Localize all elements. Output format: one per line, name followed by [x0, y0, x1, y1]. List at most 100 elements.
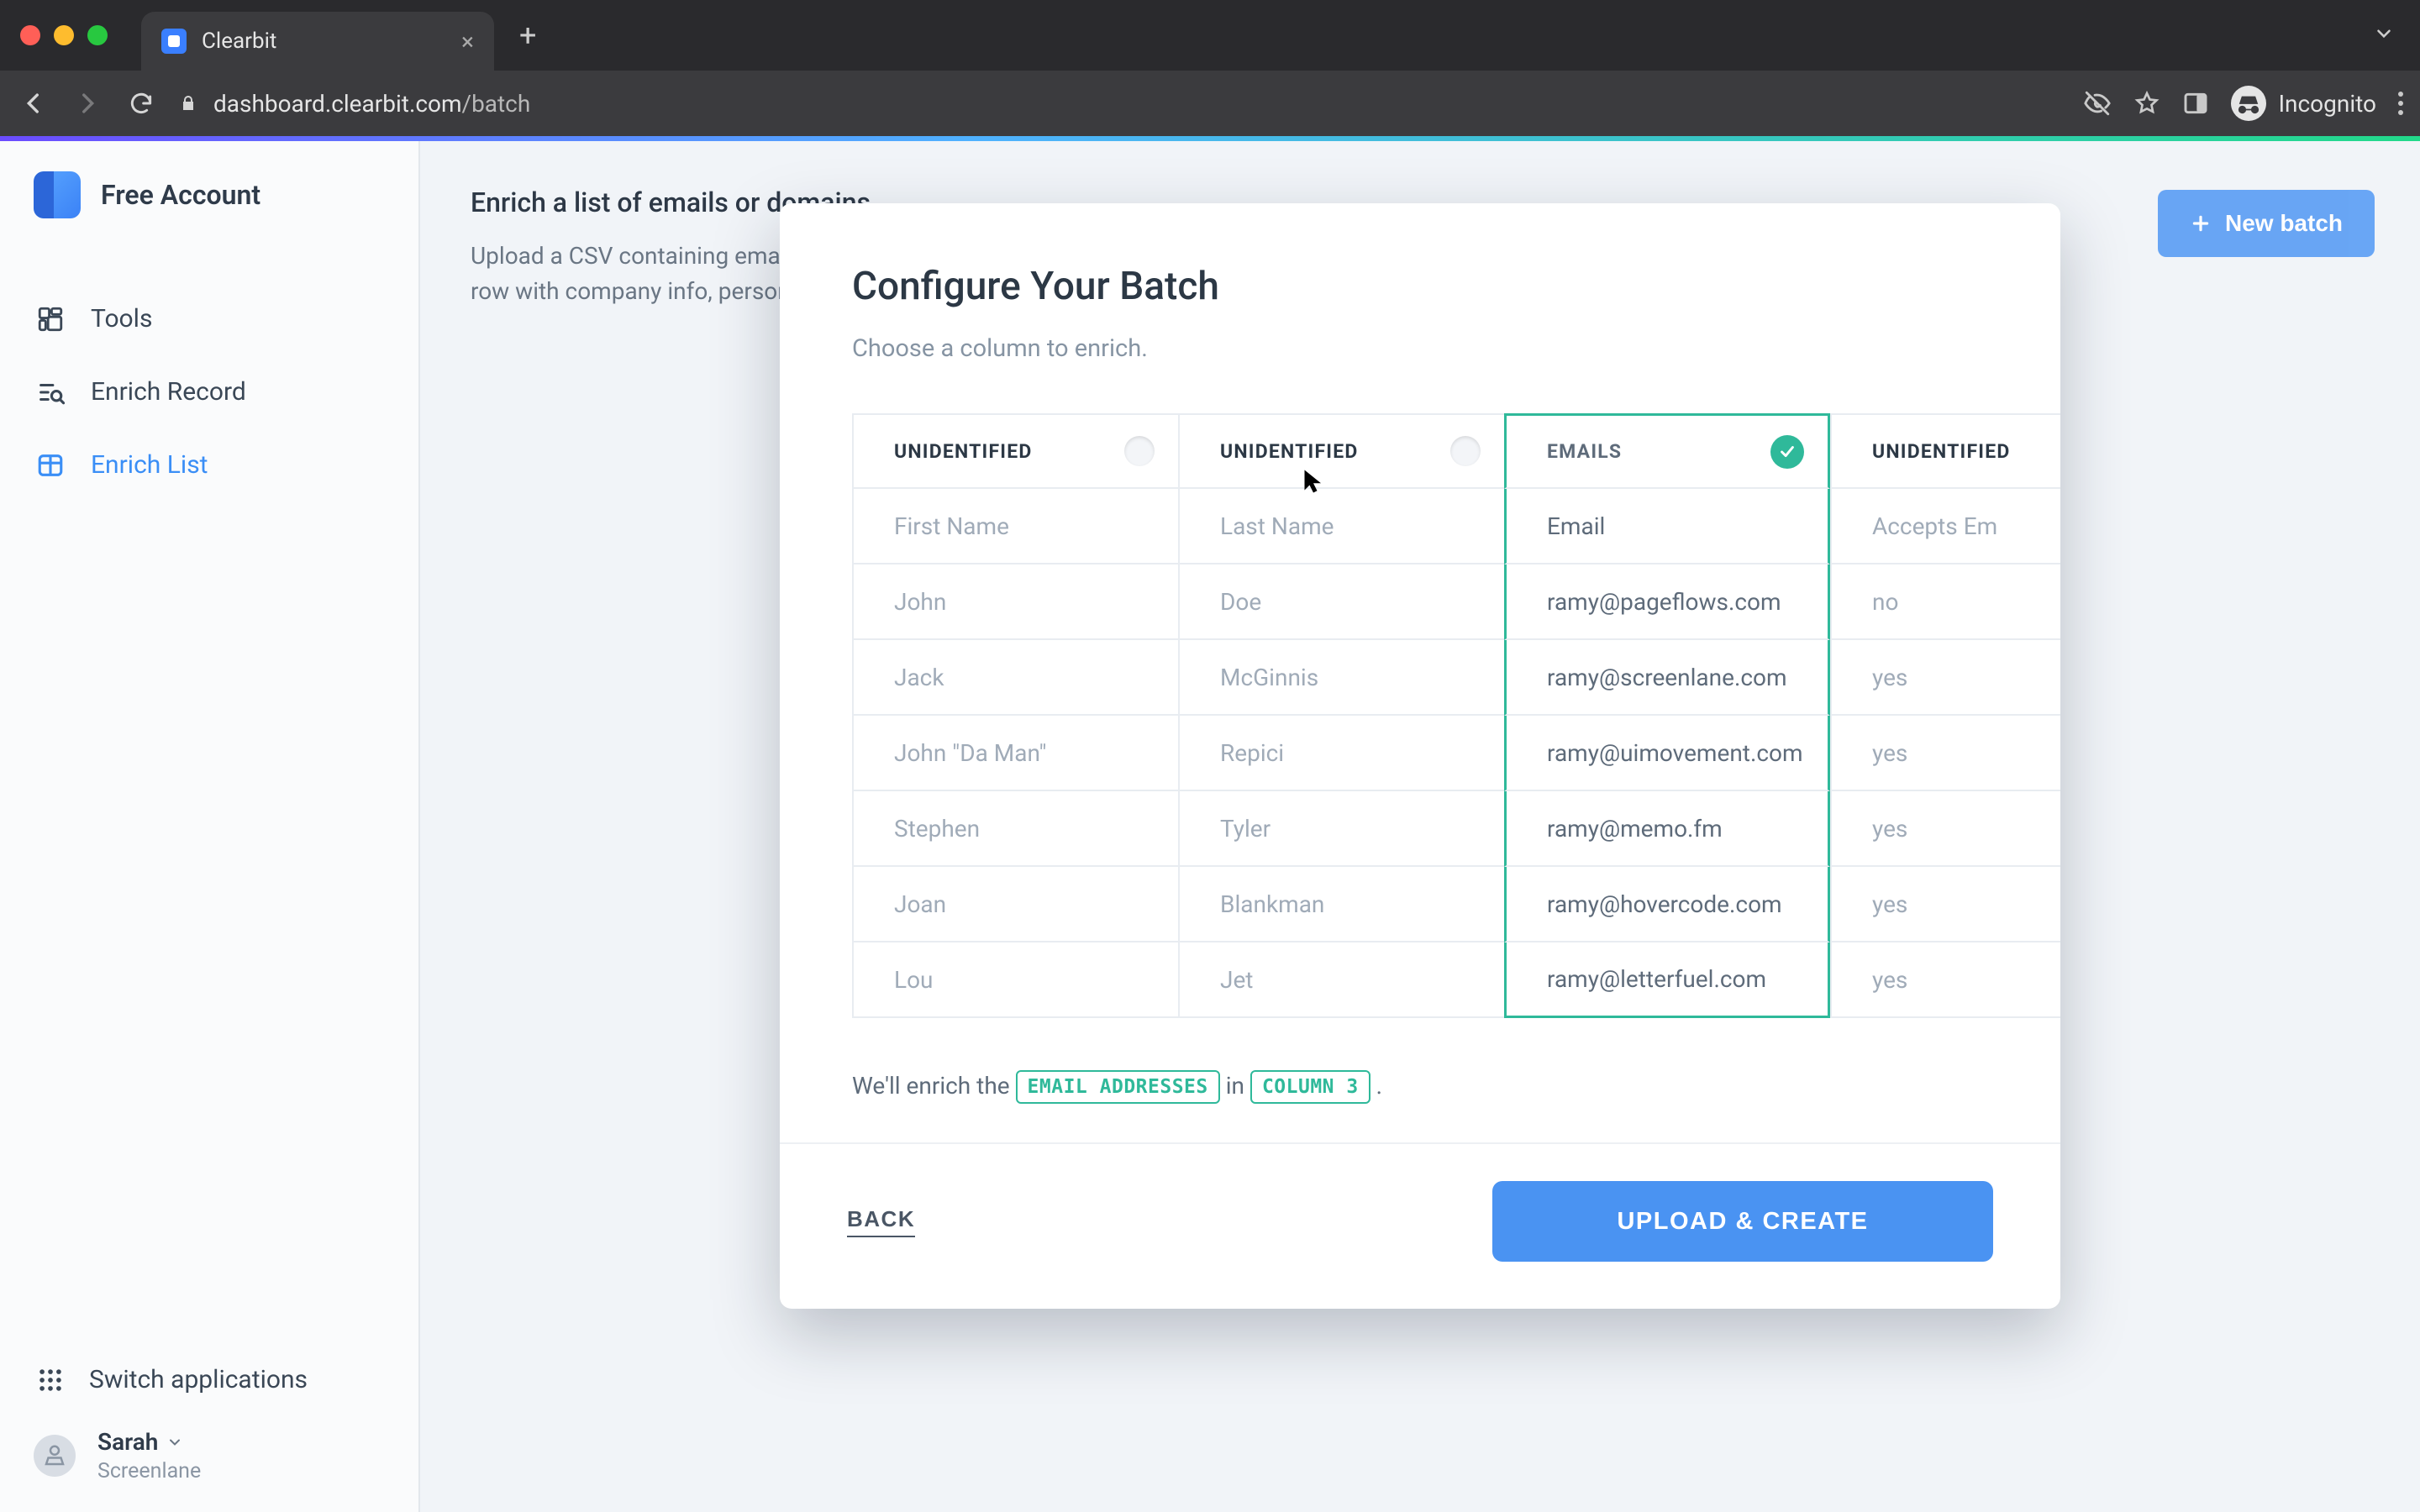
new-batch-button[interactable]: New batch — [2158, 190, 2375, 257]
table-cell: ramy@hovercode.com — [1504, 867, 1830, 942]
browser-tab[interactable]: Clearbit × — [141, 12, 494, 71]
account-header[interactable]: Free Account — [0, 141, 418, 249]
modal-subtitle: Choose a column to enrich. — [852, 334, 1988, 363]
sidebar-item-tools[interactable]: Tools — [0, 282, 418, 355]
table-cell: John — [852, 564, 1178, 640]
new-batch-label: New batch — [2225, 210, 2343, 237]
table-cell: ramy@pageflows.com — [1504, 564, 1830, 640]
table-cell: no — [1830, 564, 2060, 640]
sidebar-footer: Switch applications Sarah Screenlane — [0, 1330, 418, 1512]
modal-actions: BACK UPLOAD & CREATE — [780, 1142, 2060, 1309]
column-field-name: Email — [1504, 489, 1830, 564]
column-header-label: EMAILS — [1547, 440, 1622, 463]
column-header[interactable]: EMAILS — [1504, 413, 1830, 489]
table-cell: McGinnis — [1178, 640, 1504, 716]
column-field-name: Accepts Em — [1830, 489, 2060, 564]
plus-icon — [2190, 213, 2212, 234]
column-header-label: UNIDENTIFIED — [894, 440, 1033, 463]
table-cell: Stephen — [852, 791, 1178, 867]
url-field[interactable]: dashboard.clearbit.com/batch — [178, 90, 2063, 118]
user-avatar-icon — [34, 1435, 76, 1477]
table-cell: yes — [1830, 791, 2060, 867]
search-list-icon — [34, 378, 67, 407]
sidebar-item-enrich-list[interactable]: Enrich List — [0, 428, 418, 501]
back-button[interactable] — [17, 87, 50, 120]
new-tab-button[interactable]: + — [519, 18, 536, 53]
incognito-avatar-icon — [2231, 86, 2266, 121]
user-name-row: Sarah — [97, 1428, 201, 1456]
sidebar-item-label: Enrich Record — [91, 377, 246, 407]
column-header-label: UNIDENTIFIED — [1872, 440, 2011, 463]
table-cell: ramy@memo.fm — [1504, 791, 1830, 867]
main-content: Enrich a list of emails or domains Uploa… — [420, 141, 2420, 1512]
grid-icon — [34, 305, 67, 333]
user-org: Screenlane — [97, 1459, 201, 1483]
tab-title: Clearbit — [202, 29, 446, 54]
user-name: Sarah — [97, 1428, 158, 1456]
tab-favicon-icon — [161, 29, 187, 54]
browser-actions: Incognito — [2083, 86, 2403, 121]
check-circle-icon — [1770, 435, 1804, 469]
radio-empty-icon[interactable] — [1124, 436, 1155, 466]
table-cell: Tyler — [1178, 791, 1504, 867]
sidebar-nav: Tools Enrich Record Enrich List — [0, 249, 418, 501]
configure-batch-modal: Configure Your Batch Choose a column to … — [780, 203, 2060, 1309]
column-header[interactable]: UNIDENTIFIED — [1830, 413, 2060, 489]
table-cell: John "Da Man" — [852, 716, 1178, 791]
forward-button[interactable] — [71, 87, 104, 120]
sidebar-item-enrich-record[interactable]: Enrich Record — [0, 355, 418, 428]
user-menu[interactable]: Sarah Screenlane — [0, 1413, 418, 1483]
column-1[interactable]: UNIDENTIFIED Last NameDoeMcGinnisRepiciTy… — [1178, 413, 1504, 1018]
sidebar-item-label: Enrich List — [91, 450, 208, 480]
browser-chrome: Clearbit × + dashboard.clearbit.com/batc… — [0, 0, 2420, 141]
column-header-label: UNIDENTIFIED — [1220, 440, 1359, 463]
table-cell: ramy@screenlane.com — [1504, 640, 1830, 716]
app-root: Free Account Tools Enrich Record Enrich … — [0, 141, 2420, 1512]
table-cell: yes — [1830, 640, 2060, 716]
window-controls — [20, 25, 108, 45]
column-header[interactable]: UNIDENTIFIED — [852, 413, 1178, 489]
tab-close-icon[interactable]: × — [461, 28, 474, 55]
column-3[interactable]: UNIDENTIFIEDAccepts Emnoyesyesyesyesyes — [1830, 413, 2060, 1018]
star-icon[interactable] — [2133, 90, 2160, 117]
user-meta: Sarah Screenlane — [97, 1428, 201, 1483]
browser-menu-button[interactable] — [2398, 92, 2403, 115]
switch-apps-label: Switch applications — [89, 1365, 308, 1394]
back-button[interactable]: BACK — [847, 1206, 915, 1237]
apps-grid-icon — [34, 1366, 67, 1394]
incognito-label: Incognito — [2278, 90, 2376, 118]
column-2[interactable]: EMAILS Emailramy@pageflows.comramy@screen… — [1504, 413, 1830, 1018]
column-field-name: First Name — [852, 489, 1178, 564]
table-cell: Repici — [1178, 716, 1504, 791]
table-cell: Jet — [1178, 942, 1504, 1018]
maximize-window-button[interactable] — [87, 25, 108, 45]
eye-off-icon[interactable] — [2083, 89, 2112, 118]
radio-empty-icon[interactable] — [1450, 436, 1481, 466]
column-0[interactable]: UNIDENTIFIEDFirst NameJohnJackJohn "Da M… — [852, 413, 1178, 1018]
table-cell: yes — [1830, 942, 2060, 1018]
reload-button[interactable] — [124, 87, 158, 120]
table-cell: Lou — [852, 942, 1178, 1018]
enrich-type-badge: EMAIL ADDRESSES — [1016, 1070, 1220, 1104]
panel-icon[interactable] — [2182, 90, 2209, 117]
incognito-indicator[interactable]: Incognito — [2231, 86, 2376, 121]
close-window-button[interactable] — [20, 25, 40, 45]
column-field-name: Last Name — [1178, 489, 1504, 564]
url-text: dashboard.clearbit.com/batch — [213, 90, 530, 118]
table-cell: Joan — [852, 867, 1178, 942]
minimize-window-button[interactable] — [54, 25, 74, 45]
address-bar: dashboard.clearbit.com/batch Incognito — [0, 71, 2420, 136]
table-cell: ramy@letterfuel.com — [1504, 942, 1830, 1018]
table-cell: Doe — [1178, 564, 1504, 640]
sidebar-item-label: Tools — [91, 304, 152, 333]
upload-create-button[interactable]: UPLOAD & CREATE — [1492, 1181, 1993, 1262]
sidebar: Free Account Tools Enrich Record Enrich … — [0, 141, 420, 1512]
app-logo-icon — [34, 171, 81, 218]
switch-applications[interactable]: Switch applications — [0, 1347, 418, 1413]
lock-icon — [178, 93, 198, 113]
tabs-overflow-icon[interactable] — [2373, 23, 2395, 48]
column-header[interactable]: UNIDENTIFIED — [1178, 413, 1504, 489]
enrich-summary: We'll enrich the EMAIL ADDRESSES in COLU… — [780, 1018, 2060, 1142]
account-label: Free Account — [101, 179, 260, 211]
table-cell: yes — [1830, 716, 2060, 791]
